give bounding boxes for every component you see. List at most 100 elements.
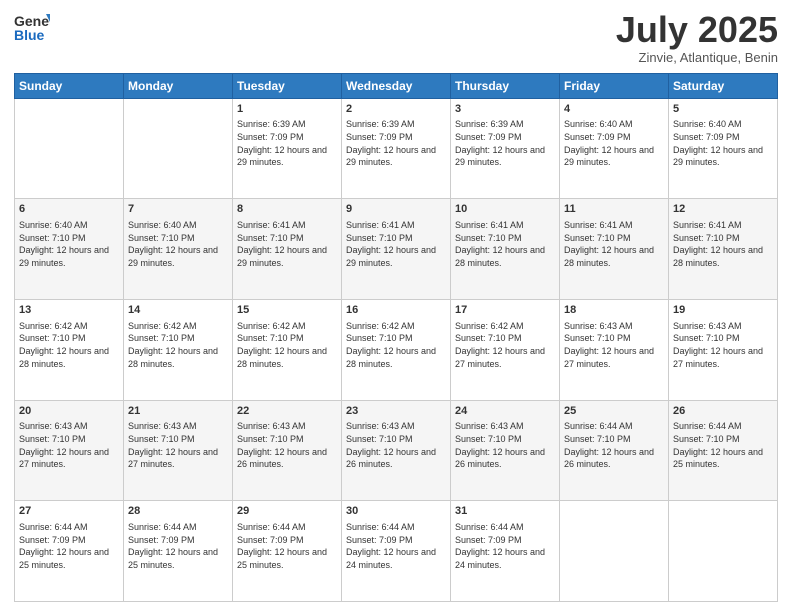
day-number: 22 bbox=[237, 404, 337, 419]
day-info: Sunrise: 6:44 AMSunset: 7:09 PMDaylight:… bbox=[128, 521, 228, 571]
calendar-cell: 30 Sunrise: 6:44 AMSunset: 7:09 PMDayligh… bbox=[342, 501, 451, 602]
day-info: Sunrise: 6:42 AMSunset: 7:10 PMDaylight:… bbox=[19, 320, 119, 370]
header-tuesday: Tuesday bbox=[233, 73, 342, 98]
day-number: 17 bbox=[455, 303, 555, 318]
day-info: Sunrise: 6:40 AMSunset: 7:10 PMDaylight:… bbox=[19, 219, 119, 269]
day-number: 19 bbox=[673, 303, 773, 318]
calendar-cell: 3Sunrise: 6:39 AMSunset: 7:09 PMDaylight… bbox=[451, 98, 560, 199]
calendar-cell: 10 Sunrise: 6:41 AMSunset: 7:10 PMDayligh… bbox=[451, 199, 560, 300]
day-number: 13 bbox=[19, 303, 119, 318]
day-number: 28 bbox=[128, 504, 228, 519]
day-number: 27 bbox=[19, 504, 119, 519]
day-info: Sunrise: 6:44 AMSunset: 7:10 PMDaylight:… bbox=[564, 420, 664, 470]
day-info: Sunrise: 6:43 AMSunset: 7:10 PMDaylight:… bbox=[673, 320, 773, 370]
calendar-week-3: 20Sunrise: 6:43 AMSunset: 7:10 PMDayligh… bbox=[15, 400, 778, 501]
calendar-cell: 4Sunrise: 6:40 AMSunset: 7:09 PMDaylight… bbox=[560, 98, 669, 199]
calendar-cell bbox=[15, 98, 124, 199]
days-header-row: Sunday Monday Tuesday Wednesday Thursday… bbox=[15, 73, 778, 98]
header-sunday: Sunday bbox=[15, 73, 124, 98]
page: General Blue July 2025 Zinvie, Atlantiqu… bbox=[0, 0, 792, 612]
calendar-cell: 23Sunrise: 6:43 AMSunset: 7:10 PMDayligh… bbox=[342, 400, 451, 501]
title-area: July 2025 Zinvie, Atlantique, Benin bbox=[616, 10, 778, 65]
logo-icon: General Blue bbox=[14, 10, 50, 46]
calendar-cell bbox=[669, 501, 778, 602]
day-info: Sunrise: 6:44 AMSunset: 7:09 PMDaylight:… bbox=[237, 521, 337, 571]
calendar-cell: 20Sunrise: 6:43 AMSunset: 7:10 PMDayligh… bbox=[15, 400, 124, 501]
day-info: Sunrise: 6:42 AMSunset: 7:10 PMDaylight:… bbox=[455, 320, 555, 370]
day-number: 12 bbox=[673, 202, 773, 217]
calendar-table: Sunday Monday Tuesday Wednesday Thursday… bbox=[14, 73, 778, 602]
logo: General Blue bbox=[14, 10, 50, 46]
header-friday: Friday bbox=[560, 73, 669, 98]
day-info: Sunrise: 6:40 AMSunset: 7:10 PMDaylight:… bbox=[128, 219, 228, 269]
day-number: 11 bbox=[564, 202, 664, 217]
calendar-cell: 17 Sunrise: 6:42 AMSunset: 7:10 PMDayligh… bbox=[451, 299, 560, 400]
calendar-cell bbox=[124, 98, 233, 199]
day-info: Sunrise: 6:42 AMSunset: 7:10 PMDaylight:… bbox=[346, 320, 446, 370]
day-info: Sunrise: 6:39 AMSunset: 7:09 PMDaylight:… bbox=[455, 118, 555, 168]
day-info: Sunrise: 6:43 AMSunset: 7:10 PMDaylight:… bbox=[128, 420, 228, 470]
calendar-cell: 29 Sunrise: 6:44 AMSunset: 7:09 PMDayligh… bbox=[233, 501, 342, 602]
day-number: 25 bbox=[564, 404, 664, 419]
calendar-cell bbox=[560, 501, 669, 602]
calendar-cell: 9Sunrise: 6:41 AMSunset: 7:10 PMDaylight… bbox=[342, 199, 451, 300]
day-number: 30 bbox=[346, 504, 446, 519]
day-info: Sunrise: 6:43 AMSunset: 7:10 PMDaylight:… bbox=[237, 420, 337, 470]
day-number: 2 bbox=[346, 102, 446, 117]
calendar-cell: 1Sunrise: 6:39 AMSunset: 7:09 PMDaylight… bbox=[233, 98, 342, 199]
day-info: Sunrise: 6:43 AMSunset: 7:10 PMDaylight:… bbox=[19, 420, 119, 470]
calendar-week-4: 27 Sunrise: 6:44 AMSunset: 7:09 PMDayligh… bbox=[15, 501, 778, 602]
day-number: 23 bbox=[346, 404, 446, 419]
day-number: 31 bbox=[455, 504, 555, 519]
calendar-cell: 22Sunrise: 6:43 AMSunset: 7:10 PMDayligh… bbox=[233, 400, 342, 501]
header-monday: Monday bbox=[124, 73, 233, 98]
day-number: 21 bbox=[128, 404, 228, 419]
calendar-cell: 15Sunrise: 6:42 AMSunset: 7:10 PMDayligh… bbox=[233, 299, 342, 400]
day-info: Sunrise: 6:39 AMSunset: 7:09 PMDaylight:… bbox=[237, 118, 337, 168]
day-number: 1 bbox=[237, 102, 337, 117]
day-info: Sunrise: 6:43 AMSunset: 7:10 PMDaylight:… bbox=[455, 420, 555, 470]
day-number: 6 bbox=[19, 202, 119, 217]
day-info: Sunrise: 6:39 AMSunset: 7:09 PMDaylight:… bbox=[346, 118, 446, 168]
day-info: Sunrise: 6:40 AMSunset: 7:09 PMDaylight:… bbox=[564, 118, 664, 168]
header-wednesday: Wednesday bbox=[342, 73, 451, 98]
day-info: Sunrise: 6:41 AMSunset: 7:10 PMDaylight:… bbox=[564, 219, 664, 269]
calendar-cell: 8Sunrise: 6:41 AMSunset: 7:10 PMDaylight… bbox=[233, 199, 342, 300]
header: General Blue July 2025 Zinvie, Atlantiqu… bbox=[14, 10, 778, 65]
calendar-week-2: 13 Sunrise: 6:42 AMSunset: 7:10 PMDayligh… bbox=[15, 299, 778, 400]
day-number: 15 bbox=[237, 303, 337, 318]
day-number: 14 bbox=[128, 303, 228, 318]
day-info: Sunrise: 6:44 AMSunset: 7:09 PMDaylight:… bbox=[19, 521, 119, 571]
day-number: 3 bbox=[455, 102, 555, 117]
day-info: Sunrise: 6:42 AMSunset: 7:10 PMDaylight:… bbox=[128, 320, 228, 370]
day-number: 20 bbox=[19, 404, 119, 419]
day-number: 29 bbox=[237, 504, 337, 519]
location: Zinvie, Atlantique, Benin bbox=[616, 50, 778, 65]
day-info: Sunrise: 6:41 AMSunset: 7:10 PMDaylight:… bbox=[455, 219, 555, 269]
calendar-cell: 2Sunrise: 6:39 AMSunset: 7:09 PMDaylight… bbox=[342, 98, 451, 199]
day-number: 16 bbox=[346, 303, 446, 318]
calendar-cell: 6 Sunrise: 6:40 AMSunset: 7:10 PMDaylight… bbox=[15, 199, 124, 300]
calendar-cell: 28 Sunrise: 6:44 AMSunset: 7:09 PMDayligh… bbox=[124, 501, 233, 602]
calendar-week-1: 6 Sunrise: 6:40 AMSunset: 7:10 PMDaylight… bbox=[15, 199, 778, 300]
month-title: July 2025 bbox=[616, 10, 778, 50]
day-number: 5 bbox=[673, 102, 773, 117]
calendar-cell: 25Sunrise: 6:44 AMSunset: 7:10 PMDayligh… bbox=[560, 400, 669, 501]
calendar-cell: 18Sunrise: 6:43 AMSunset: 7:10 PMDayligh… bbox=[560, 299, 669, 400]
day-info: Sunrise: 6:44 AMSunset: 7:09 PMDaylight:… bbox=[455, 521, 555, 571]
day-number: 9 bbox=[346, 202, 446, 217]
calendar-cell: 14 Sunrise: 6:42 AMSunset: 7:10 PMDayligh… bbox=[124, 299, 233, 400]
calendar-cell: 12Sunrise: 6:41 AMSunset: 7:10 PMDayligh… bbox=[669, 199, 778, 300]
calendar-cell: 11 Sunrise: 6:41 AMSunset: 7:10 PMDayligh… bbox=[560, 199, 669, 300]
day-number: 18 bbox=[564, 303, 664, 318]
calendar-week-0: 1Sunrise: 6:39 AMSunset: 7:09 PMDaylight… bbox=[15, 98, 778, 199]
calendar-cell: 31 Sunrise: 6:44 AMSunset: 7:09 PMDayligh… bbox=[451, 501, 560, 602]
calendar-cell: 21Sunrise: 6:43 AMSunset: 7:10 PMDayligh… bbox=[124, 400, 233, 501]
day-number: 26 bbox=[673, 404, 773, 419]
svg-text:Blue: Blue bbox=[14, 27, 45, 43]
day-number: 7 bbox=[128, 202, 228, 217]
header-saturday: Saturday bbox=[669, 73, 778, 98]
calendar-cell: 24Sunrise: 6:43 AMSunset: 7:10 PMDayligh… bbox=[451, 400, 560, 501]
day-info: Sunrise: 6:44 AMSunset: 7:09 PMDaylight:… bbox=[346, 521, 446, 571]
day-number: 10 bbox=[455, 202, 555, 217]
